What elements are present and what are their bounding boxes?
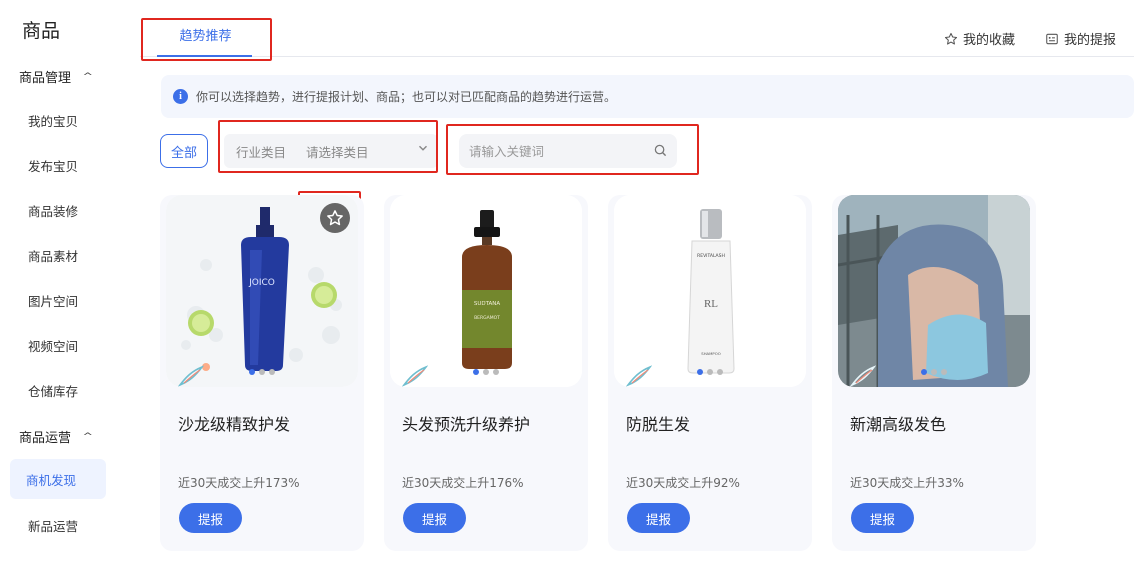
- card-growth-stat: 近30天成交上升173%: [178, 476, 300, 490]
- serum-bottle-image: SUDTANA BERGAMOT: [390, 195, 582, 387]
- trend-card[interactable]: 新潮高级发色 近30天成交上升33% 提报: [832, 195, 1036, 551]
- sidebar-item-materials[interactable]: 商品素材: [10, 235, 106, 275]
- sidebar: 商品 商品管理 ^ 我的宝贝 发布宝贝 商品装修 商品素材 图片空间 视频空间 …: [0, 0, 140, 563]
- product-image[interactable]: JOICO: [166, 195, 358, 387]
- sidebar-item-label: 仓储库存: [28, 383, 79, 399]
- carousel-dot[interactable]: [921, 369, 927, 375]
- sidebar-item-label: 商品素材: [28, 248, 79, 264]
- sidebar-title: 商品: [22, 20, 61, 42]
- chevron-up-icon: ^: [82, 431, 94, 442]
- card-growth-stat: 近30天成交上升176%: [402, 476, 524, 490]
- feather-logo-icon: [850, 365, 876, 387]
- product-image[interactable]: SUDTANA BERGAMOT: [390, 195, 582, 387]
- sidebar-item-label: 我的宝贝: [28, 113, 79, 129]
- svg-text:BERGAMOT: BERGAMOT: [474, 315, 500, 321]
- svg-text:RL: RL: [704, 298, 718, 310]
- sidebar-item-video-space[interactable]: 视频空间: [10, 325, 106, 365]
- star-outline-icon: [944, 32, 958, 45]
- tab-trend-recommend[interactable]: 趋势推荐: [142, 19, 269, 57]
- sidebar-item-image-space[interactable]: 图片空间: [10, 280, 106, 320]
- my-favorites-label: 我的收藏: [963, 33, 1016, 48]
- keyword-search[interactable]: [459, 134, 677, 168]
- report-button[interactable]: 提报: [627, 503, 690, 533]
- carousel-dot[interactable]: [483, 369, 489, 375]
- category-select[interactable]: 行业类目 请选择类目: [224, 134, 438, 168]
- sidebar-item-label: 商机发现: [26, 472, 77, 488]
- report-button[interactable]: 提报: [851, 503, 914, 533]
- my-reports-link[interactable]: 我的提报: [1045, 29, 1116, 48]
- tab-bar: 趋势推荐 我的收藏 我的提报: [140, 0, 1134, 57]
- feather-logo-icon: [178, 365, 204, 387]
- carousel-dot[interactable]: [249, 369, 255, 375]
- my-reports-label: 我的提报: [1064, 33, 1117, 48]
- carousel-dot[interactable]: [697, 369, 703, 375]
- hair-color-model-image: [838, 195, 1030, 387]
- tab-underline: [157, 55, 252, 57]
- info-banner: i 你可以选择趋势，进行提报计划、商品；也可以对已匹配商品的趋势进行运营。: [161, 75, 1134, 118]
- card-growth-stat: 近30天成交上升92%: [626, 476, 740, 490]
- my-favorites-link[interactable]: 我的收藏: [944, 29, 1015, 48]
- sidebar-item-my-products[interactable]: 我的宝贝: [10, 100, 106, 140]
- carousel-dot[interactable]: [707, 369, 713, 375]
- sidebar-group-label: 商品管理: [19, 71, 72, 86]
- card-title: 防脱生发: [626, 415, 691, 434]
- sidebar-item-label: 视频空间: [28, 338, 79, 354]
- carousel-dot[interactable]: [941, 369, 947, 375]
- carousel-dot[interactable]: [269, 369, 275, 375]
- sidebar-group-product-operations[interactable]: 商品运营 ^: [19, 427, 94, 446]
- svg-text:SHAMPOO: SHAMPOO: [701, 351, 720, 356]
- sidebar-item-label: 发布宝贝: [28, 158, 79, 174]
- sidebar-item-label: 商品装修: [28, 203, 79, 219]
- sidebar-item-publish[interactable]: 发布宝贝: [10, 145, 106, 185]
- report-card-icon: [1046, 33, 1058, 44]
- feather-logo-icon: [402, 365, 428, 387]
- report-button[interactable]: 提报: [179, 503, 242, 533]
- trend-card[interactable]: REVITALASH RL SHAMPOO 防脱生发 近30天成交上升92% 提…: [608, 195, 812, 551]
- svg-text:REVITALASH: REVITALASH: [697, 253, 725, 259]
- chevron-up-icon: ^: [82, 71, 94, 82]
- svg-text:SUDTANA: SUDTANA: [474, 301, 501, 307]
- shampoo-bottle-image: REVITALASH RL SHAMPOO: [614, 195, 806, 387]
- chevron-down-icon: [418, 143, 428, 156]
- svg-text:JOICO: JOICO: [248, 278, 275, 288]
- info-icon: i: [173, 89, 188, 104]
- product-image[interactable]: REVITALASH RL SHAMPOO: [614, 195, 806, 387]
- product-image[interactable]: [838, 195, 1030, 387]
- card-title: 头发预洗升级养护: [402, 415, 531, 434]
- trend-card[interactable]: JOICO 沙龙级精致护发 近30天成交上升173% 提报: [160, 195, 364, 551]
- sidebar-item-label: 新品运营: [28, 518, 79, 534]
- carousel-dot[interactable]: [493, 369, 499, 375]
- category-label: 行业类目: [236, 144, 287, 160]
- favorite-star-button[interactable]: [320, 203, 350, 233]
- sidebar-item-label: 图片空间: [28, 293, 79, 309]
- sidebar-item-new-products[interactable]: 新品运营: [10, 505, 106, 545]
- card-title: 沙龙级精致护发: [178, 415, 291, 434]
- sidebar-item-inventory[interactable]: 仓储库存: [10, 370, 106, 410]
- carousel-dot[interactable]: [931, 369, 937, 375]
- card-title: 新潮高级发色: [850, 415, 947, 434]
- category-value: 请选择类目: [306, 144, 369, 160]
- trend-card[interactable]: SUDTANA BERGAMOT 头发预洗升级养护 近30天成交上升176% 提…: [384, 195, 588, 551]
- carousel-dot[interactable]: [717, 369, 723, 375]
- carousel-dot[interactable]: [473, 369, 479, 375]
- card-growth-stat: 近30天成交上升33%: [850, 476, 964, 490]
- carousel-dot[interactable]: [259, 369, 265, 375]
- feather-logo-icon: [626, 365, 652, 387]
- star-outline-icon: [327, 210, 343, 226]
- sidebar-item-opportunity[interactable]: 商机发现: [10, 459, 106, 499]
- sidebar-group-product-management[interactable]: 商品管理 ^: [19, 67, 94, 86]
- info-text: 你可以选择趋势，进行提报计划、商品；也可以对已匹配商品的趋势进行运营。: [196, 90, 617, 104]
- filter-all-button[interactable]: 全部: [160, 134, 208, 168]
- search-icon[interactable]: [654, 144, 667, 161]
- sidebar-item-decoration[interactable]: 商品装修: [10, 190, 106, 230]
- sidebar-group-label: 商品运营: [19, 431, 72, 446]
- search-input[interactable]: [469, 143, 639, 159]
- report-button[interactable]: 提报: [403, 503, 466, 533]
